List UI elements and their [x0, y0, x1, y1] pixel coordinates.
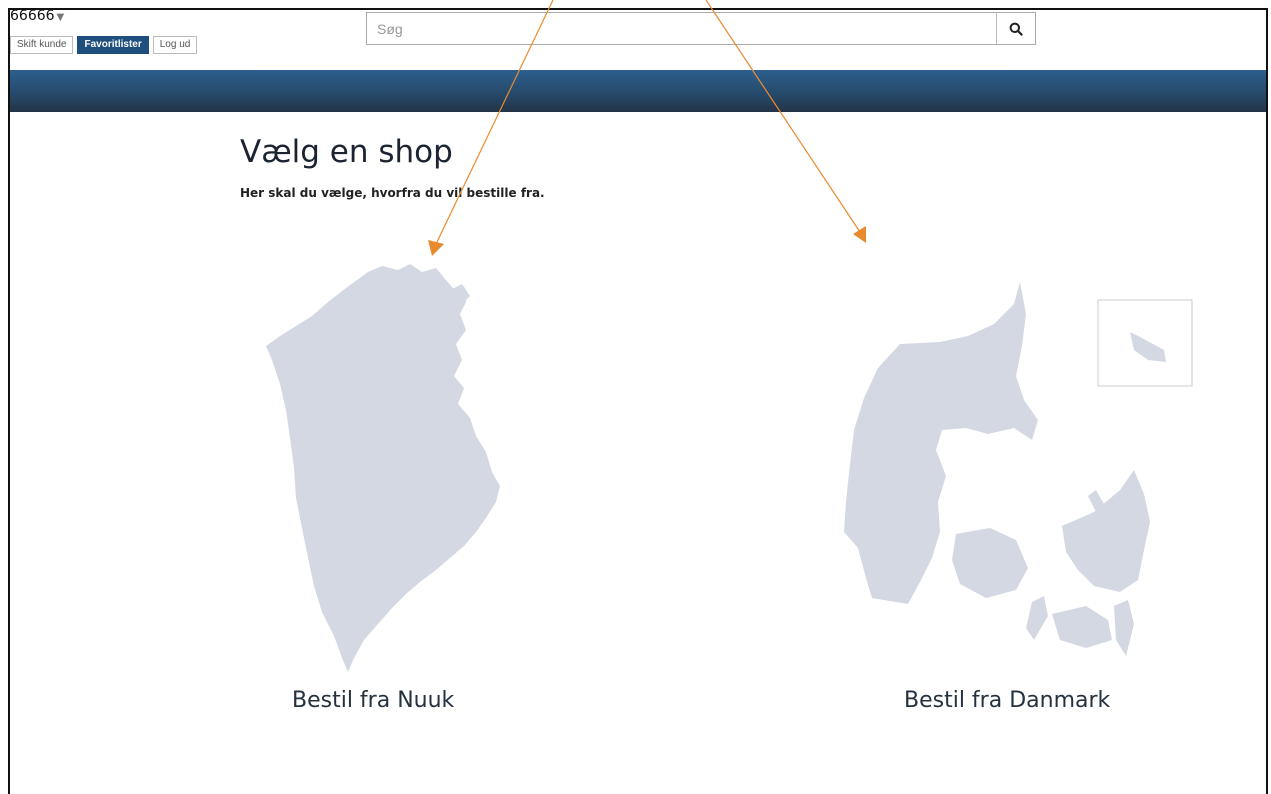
account-actions: Skift kunde Favoritlister Log ud [10, 36, 198, 54]
favorites-button[interactable]: Favoritlister [77, 36, 149, 54]
greenland-map-icon [266, 264, 500, 672]
navigation-bar [10, 70, 1266, 112]
page-title: Vælg en shop [240, 134, 453, 170]
switch-customer-button[interactable]: Skift kunde [10, 36, 74, 54]
shop-option-danmark[interactable]: Bestil fra Danmark [838, 280, 1198, 720]
account-number: 66666 [10, 8, 55, 24]
shop-option-nuuk[interactable]: Bestil fra Nuuk [250, 260, 520, 720]
search-icon [1009, 22, 1023, 36]
account-selector[interactable]: 66666 ▼ [10, 8, 64, 24]
search-input[interactable] [367, 13, 996, 44]
page-subtitle: Her skal du vælge, hvorfra du vil bestil… [240, 186, 545, 200]
shop-label-danmark: Bestil fra Danmark [904, 688, 1111, 713]
chevron-down-icon: ▼ [56, 12, 65, 23]
shop-label-nuuk: Bestil fra Nuuk [292, 688, 455, 713]
logout-button[interactable]: Log ud [152, 36, 198, 54]
search-button[interactable] [996, 13, 1035, 44]
search-bar [366, 12, 1036, 45]
denmark-map-icon [844, 282, 1193, 656]
